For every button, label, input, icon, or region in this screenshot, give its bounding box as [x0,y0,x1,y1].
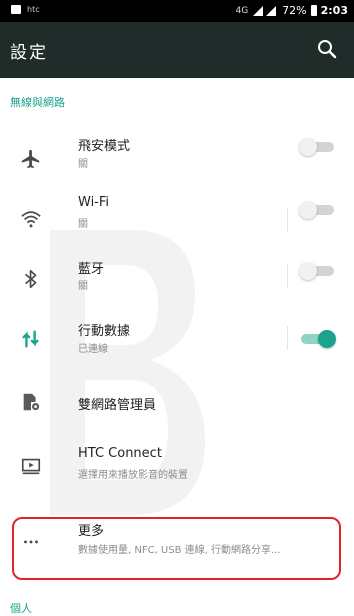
section-header-wireless: 無線與網路 [0,78,354,120]
item-title: 飛安模式 [78,139,131,154]
network-type: 4G [235,5,249,16]
section-header-personal: 個人 [0,585,354,615]
bluetooth-toggle[interactable] [299,262,334,280]
divider [287,264,288,288]
item-title: HTC Connect [78,446,162,461]
item-subtitle: 已連線 [78,344,108,355]
item-subtitle: 選擇用來播放影音的裝置 [78,470,188,481]
battery-icon [310,5,317,16]
item-title: Wi-Fi [78,195,110,210]
item-title: 行動數據 [78,324,131,339]
divider [287,208,288,232]
wifi-toggle[interactable] [299,201,334,219]
item-title: 雙網路管理員 [78,398,157,413]
item-subtitle: 關 [78,219,88,230]
app-bar: 設定 [0,22,354,78]
dual-network-icon [23,393,41,412]
settings-item-mobile-data[interactable]: 行動數據 已連線 [0,310,354,370]
notification-icon [11,5,21,14]
wifi-icon [21,211,41,228]
divider [287,326,288,350]
status-bar: htc 4G 72% 2:03 [0,0,354,22]
settings-item-htc-connect[interactable]: HTC Connect 選擇用來播放影音的裝置 [0,440,354,500]
signal-icon [253,5,277,16]
page-title: 設定 [10,43,48,63]
highlight-box [12,517,341,580]
mobile-data-toggle[interactable] [301,330,336,348]
battery-percent: 72% [282,4,307,17]
item-subtitle: 關 [78,159,88,170]
section-label: 個人 [10,602,32,615]
item-subtitle: 關 [78,281,88,292]
airplane-icon [21,149,40,169]
mobile-data-icon [22,330,39,348]
htc-connect-icon [21,458,41,475]
settings-item-bluetooth[interactable]: 藍牙 關 [0,250,354,310]
settings-item-wifi[interactable]: Wi-Fi 關 [0,190,354,250]
clock: 2:03 [320,4,348,17]
search-icon[interactable] [316,38,338,60]
airplane-toggle[interactable] [299,138,334,156]
bluetooth-icon [24,269,37,289]
settings-item-airplane-mode[interactable]: 飛安模式 關 [0,130,354,190]
item-title: 藍牙 [78,262,105,277]
carrier-label: htc [27,5,40,14]
settings-item-dual-network[interactable]: 雙網路管理員 [0,375,354,430]
section-label: 無線與網路 [10,96,65,109]
